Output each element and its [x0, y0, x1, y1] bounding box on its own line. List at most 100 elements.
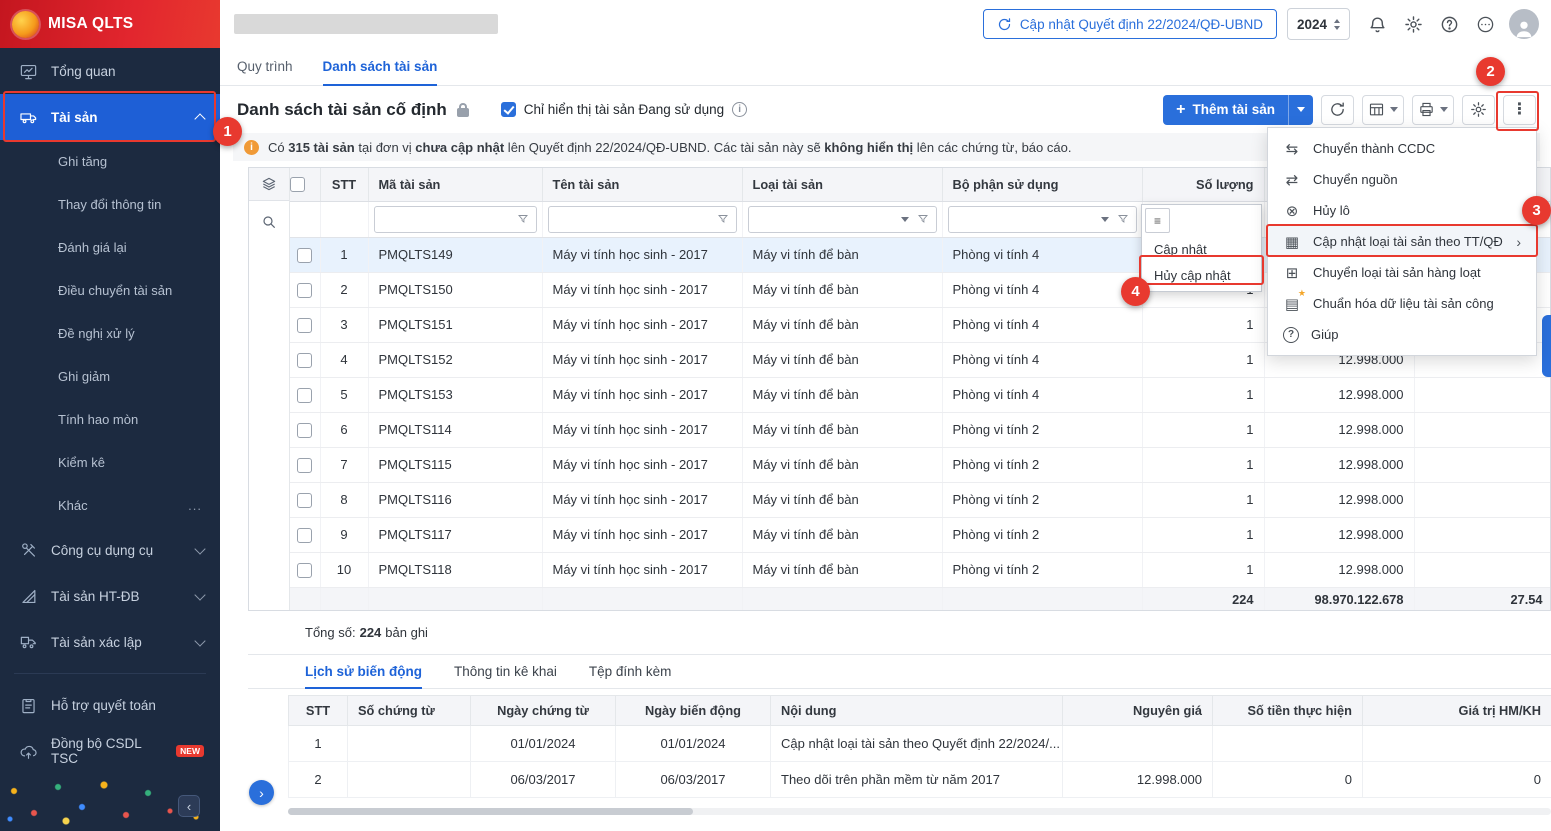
menu-item-huy-lo[interactable]: ⊗ Hủy lô [1268, 195, 1536, 226]
expand-detail-button[interactable]: › [249, 780, 274, 805]
row-checkbox[interactable] [297, 387, 313, 403]
sidebar-subitem-de-nghi-xu-ly[interactable]: Đề nghị xử lý [0, 312, 220, 355]
scrollbar-thumb[interactable] [288, 808, 693, 815]
table-row[interactable]: 5 PMQLTS153 Máy vi tính học sinh - 2017 Máy… [290, 377, 1550, 413]
layers-icon[interactable] [261, 176, 277, 192]
detail-tab-lich-su-bien-dong[interactable]: Lịch sử biến động [305, 655, 423, 689]
add-asset-dropdown[interactable] [1288, 94, 1313, 125]
refresh-button[interactable] [1321, 94, 1354, 125]
row-checkbox[interactable] [297, 562, 313, 578]
user-avatar[interactable] [1509, 9, 1539, 39]
table-row[interactable]: 7 PMQLTS115 Máy vi tính học sinh - 2017 Máy… [290, 447, 1550, 483]
sidebar-subitem-ghi-giam[interactable]: Ghi giảm [0, 355, 220, 398]
row-menu-item-cap-nhat[interactable]: Cập nhật [1145, 236, 1258, 262]
checkbox-checked-icon[interactable] [500, 102, 516, 117]
filter-in-use-checkbox[interactable]: Chỉ hiển thị tài sản Đang sử dụng i [500, 102, 748, 117]
menu-item-chuyen-nguon[interactable]: ⇄ Chuyển nguồn [1268, 164, 1536, 195]
grid-side-controls [249, 168, 290, 610]
menu-item-chuyen-thanh-ccdc[interactable]: ⇆ Chuyển thành CCDC [1268, 133, 1536, 164]
sidebar-item-tai-san-xac-lap[interactable]: Tài sản xác lập [0, 619, 220, 665]
sidebar-subitem-dieu-chuyen-tai-san[interactable]: Điều chuyển tài sản [0, 269, 220, 312]
sidebar-item-cong-cu-dung-cu[interactable]: Công cụ dụng cụ [0, 527, 220, 573]
row-checkbox[interactable] [297, 317, 313, 333]
column-header-loai-tai-san[interactable]: Loại tài sản [742, 168, 943, 202]
search-icon[interactable] [261, 214, 277, 230]
column-header-bo-phan-su-dung[interactable]: Bộ phận sử dụng [942, 168, 1143, 202]
more-circle-icon[interactable] [1476, 15, 1495, 34]
row-checkbox[interactable] [297, 492, 313, 508]
chevron-down-icon [194, 588, 206, 601]
fiscal-year-value: 2024 [1296, 16, 1327, 32]
print-button[interactable] [1412, 94, 1454, 125]
more-actions-button[interactable]: ⋮ [1503, 94, 1536, 125]
redacted-org-title [234, 14, 498, 34]
overview-icon [19, 62, 38, 81]
row-checkbox[interactable] [297, 527, 313, 543]
tools-icon [19, 541, 38, 560]
select-all-checkbox[interactable] [290, 168, 321, 202]
menu-item-chuan-hoa-du-lieu-tai-san-cong[interactable]: ▤ ★ Chuẩn hóa dữ liệu tài sản công [1268, 288, 1536, 319]
help-icon[interactable] [1440, 15, 1459, 34]
sidebar-item-tong-quan[interactable]: Tổng quan [0, 48, 220, 94]
sidebar-nav: Tổng quan Tài sản Ghi tăng Thay đổi thông t… [0, 48, 220, 774]
funnel-icon [917, 215, 928, 223]
column-header-so-luong[interactable]: Số lượng [1142, 168, 1265, 202]
history-row[interactable]: 2 06/03/2017 06/03/2017 Theo dõi trên phần … [288, 761, 1551, 798]
horizontal-scrollbar[interactable] [288, 808, 1551, 815]
update-decision-button[interactable]: Cập nhật Quyết định 22/2024/QĐ-UBND [982, 9, 1277, 39]
row-menu-item-huy-cap-nhat[interactable]: Hủy cập nhật [1145, 262, 1258, 288]
table-row[interactable]: 9 PMQLTS117 Máy vi tính học sinh - 2017 Máy… [290, 517, 1550, 553]
history-column-so-chung-tu: Số chứng từ [347, 695, 471, 726]
printer-icon [1418, 101, 1435, 118]
filter-dept-select[interactable] [947, 205, 1137, 233]
row-checkbox[interactable] [297, 282, 313, 298]
history-column-nguyen-gia: Nguyên giá [1062, 695, 1213, 726]
column-header-ma-tai-san[interactable]: Mã tài sản [368, 168, 543, 202]
tab-quy-trinh[interactable]: Quy trình [237, 48, 293, 86]
add-asset-split-button: + Thêm tài sản [1163, 94, 1313, 125]
table-row[interactable]: 10 PMQLTS118 Máy vi tính học sinh - 2017 Má… [290, 552, 1550, 588]
settings-button[interactable] [1462, 94, 1495, 125]
sidebar-item-tai-san[interactable]: Tài sản [0, 94, 220, 140]
history-column-so-tien-thuc-hien: Số tiền thực hiện [1212, 695, 1363, 726]
row-checkbox[interactable] [297, 352, 313, 368]
row-checkbox[interactable] [297, 457, 313, 473]
filter-code-input[interactable] [373, 205, 537, 233]
total-unit: bản ghi [385, 625, 428, 640]
column-header-ten-tai-san[interactable]: Tên tài sản [542, 168, 743, 202]
menu-item-giup[interactable]: ? Giúp [1268, 319, 1536, 350]
detail-tab-thong-tin-ke-khai[interactable]: Thông tin kê khai [454, 655, 557, 689]
tab-danh-sach-tai-san[interactable]: Danh sách tài sản [322, 48, 438, 86]
menu-item-chuyen-loai-tai-san-hang-loat[interactable]: ⊞ Chuyển loại tài sản hàng loạt [1268, 257, 1536, 288]
menu-item-cap-nhat-loai-tai-san-theo-tt-qd[interactable]: ▦ Cập nhật loại tài sản theo TT/QĐ › [1268, 226, 1536, 257]
year-spinner-icon[interactable] [1334, 18, 1340, 30]
row-checkbox[interactable] [297, 247, 313, 263]
star-icon: ★ [1297, 287, 1306, 298]
row-checkbox[interactable] [297, 422, 313, 438]
fiscal-year-select[interactable]: 2024 [1286, 8, 1350, 40]
equals-icon[interactable]: ≡ [1145, 208, 1170, 233]
sidebar-item-ho-tro-quyet-toan[interactable]: Hỗ trợ quyết toán [0, 682, 220, 728]
table-row[interactable]: 8 PMQLTS116 Máy vi tính học sinh - 2017 Máy… [290, 482, 1550, 518]
sidebar-subitem-khac[interactable]: Khác... [0, 484, 220, 527]
sidebar-item-dong-bo-csdl-tsc[interactable]: Đồng bộ CSDL TSC NEW [0, 728, 220, 774]
history-row[interactable]: 1 01/01/2024 01/01/2024 Cập nhật loại tài s… [288, 725, 1551, 762]
lock-icon [456, 102, 469, 117]
table-row[interactable]: 6 PMQLTS114 Máy vi tính học sinh - 2017 Máy… [290, 412, 1550, 448]
side-panel-handle[interactable] [1542, 315, 1551, 377]
sidebar-item-tai-san-ht-db[interactable]: Tài sản HT-ĐB [0, 573, 220, 619]
detail-tab-tep-dinh-kem[interactable]: Tệp đính kèm [589, 655, 672, 689]
filter-name-input[interactable] [547, 205, 737, 233]
sidebar-subitem-danh-gia-lai[interactable]: Đánh giá lại [0, 226, 220, 269]
sidebar-subitem-tinh-hao-mon[interactable]: Tính hao mòn [0, 398, 220, 441]
sidebar-collapse-button[interactable]: ‹ [178, 795, 200, 817]
gear-icon[interactable] [1404, 15, 1423, 34]
add-asset-button[interactable]: + Thêm tài sản [1163, 94, 1288, 125]
bell-icon[interactable] [1368, 15, 1387, 34]
sidebar-subitem-thay-doi-thong-tin[interactable]: Thay đổi thông tin [0, 183, 220, 226]
filter-type-select[interactable] [747, 205, 937, 233]
table-view-button[interactable] [1362, 94, 1404, 125]
column-header-stt[interactable]: STT [320, 168, 369, 202]
sidebar-subitem-kiem-ke[interactable]: Kiểm kê [0, 441, 220, 484]
sidebar-subitem-ghi-tang[interactable]: Ghi tăng [0, 140, 220, 183]
